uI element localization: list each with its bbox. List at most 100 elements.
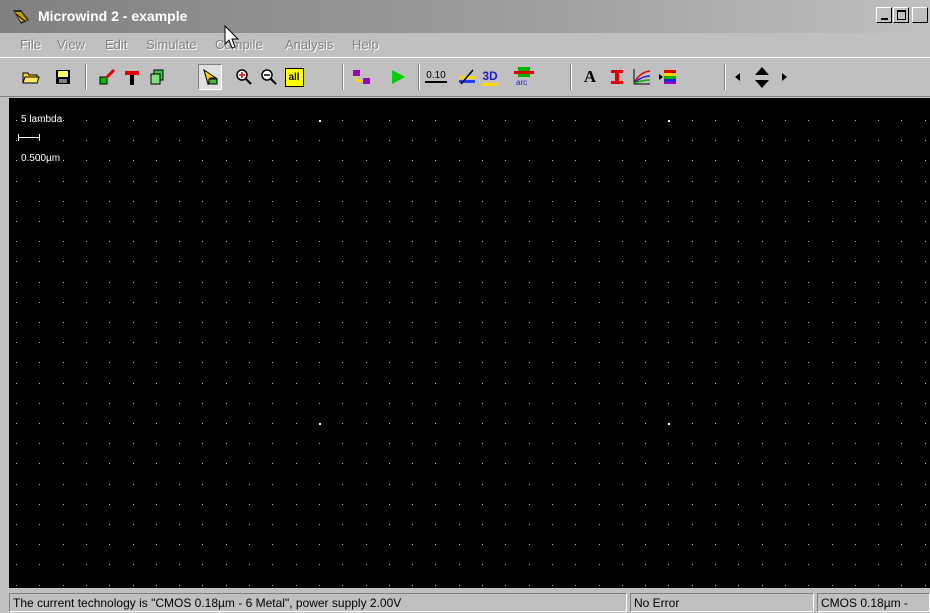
grid-dot	[878, 120, 879, 121]
palette-button[interactable]	[656, 64, 680, 90]
open-file-button[interactable]	[19, 64, 43, 90]
grid-dot	[529, 120, 530, 121]
grid-dot	[272, 342, 273, 343]
grid-dot	[878, 302, 879, 303]
grid-dot	[901, 484, 902, 485]
grid-dot	[319, 201, 320, 202]
menu-view[interactable]: View	[57, 37, 85, 52]
grid-dot	[179, 241, 180, 242]
connect-button[interactable]	[350, 64, 374, 90]
zoom-in-button[interactable]	[232, 64, 256, 90]
grid-dot	[738, 362, 739, 363]
save-icon	[56, 70, 70, 84]
grid-dot	[762, 544, 763, 545]
grid-dot	[762, 564, 763, 565]
grid-dot	[832, 120, 833, 121]
grid-dot	[133, 383, 134, 384]
grid-dot	[16, 201, 17, 202]
grid-dot	[202, 322, 203, 323]
menu-simulate[interactable]: Simulate	[146, 37, 197, 52]
cross-section-button[interactable]	[455, 64, 479, 90]
view-all-button[interactable]: all	[282, 64, 306, 90]
grid-dot	[738, 160, 739, 161]
grid-dot	[785, 221, 786, 222]
grid-dot	[63, 302, 64, 303]
grid-dot	[575, 302, 576, 303]
menu-help[interactable]: Help	[352, 37, 379, 52]
grid-dot	[832, 261, 833, 262]
measure-distance-icon: 0.10	[425, 70, 447, 83]
grid-dot	[855, 463, 856, 464]
grid-dot	[599, 241, 600, 242]
grid-dot	[645, 564, 646, 565]
add-mos-button[interactable]	[120, 64, 144, 90]
menu-analysis[interactable]: Analysis	[285, 37, 333, 52]
grid-dot	[272, 160, 273, 161]
grid-dot	[529, 362, 530, 363]
grid-dot	[202, 544, 203, 545]
grid-dot	[855, 160, 856, 161]
draw-box-button[interactable]	[95, 64, 119, 90]
3d-view-button[interactable]: 3D	[478, 64, 502, 90]
add-text-button[interactable]: A	[578, 64, 602, 90]
grid-dot	[366, 544, 367, 545]
close-button[interactable]	[912, 7, 928, 23]
layout-arc-button[interactable]: arc	[512, 64, 536, 90]
move-down-button[interactable]	[750, 77, 774, 90]
grid-dot	[226, 241, 227, 242]
move-left-button[interactable]	[732, 64, 744, 90]
grid-dot	[202, 241, 203, 242]
grid-dot	[668, 544, 669, 545]
grid-dot	[622, 261, 623, 262]
grid-dot	[901, 504, 902, 505]
grid-dot	[668, 221, 669, 222]
copy-button[interactable]	[145, 64, 169, 90]
grid-dot	[389, 484, 390, 485]
move-up-button[interactable]	[750, 64, 774, 77]
select-button[interactable]	[198, 64, 222, 90]
grid-dot	[226, 282, 227, 283]
grid-dot	[179, 362, 180, 363]
grid-dot	[16, 282, 17, 283]
layout-canvas[interactable]: 5 lambda 0.500µm	[9, 98, 930, 588]
design-rule-button[interactable]	[605, 64, 629, 90]
grid-dot	[86, 585, 87, 586]
grid-dot	[435, 463, 436, 464]
grid-dot	[832, 463, 833, 464]
grid-dot	[459, 282, 460, 283]
measure-distance-button[interactable]: 0.10	[424, 64, 448, 90]
move-right-button[interactable]	[778, 64, 790, 90]
characteristics-button[interactable]	[630, 64, 654, 90]
grid-dot	[366, 504, 367, 505]
grid-dot	[832, 524, 833, 525]
run-simulation-button[interactable]	[386, 64, 410, 90]
grid-dot	[645, 241, 646, 242]
grid-dot	[39, 181, 40, 182]
grid-dot	[855, 261, 856, 262]
zoom-out-button[interactable]	[257, 64, 281, 90]
grid-dot	[39, 362, 40, 363]
minimize-button[interactable]	[876, 7, 892, 23]
grid-dot	[552, 564, 553, 565]
maximize-button[interactable]	[893, 7, 909, 23]
grid-dot	[459, 140, 460, 141]
grid-dot	[622, 564, 623, 565]
grid-dot	[901, 181, 902, 182]
grid-dot	[226, 362, 227, 363]
grid-dot	[342, 120, 343, 121]
grid-dot	[156, 564, 157, 565]
grid-dot	[16, 564, 17, 565]
grid-dot	[226, 120, 227, 121]
save-button[interactable]	[51, 64, 75, 90]
grid-dot	[692, 403, 693, 404]
title-bar[interactable]: Microwind 2 - example	[0, 0, 930, 33]
grid-dot	[133, 484, 134, 485]
grid-dot	[645, 585, 646, 586]
menu-edit[interactable]: Edit	[105, 37, 127, 52]
grid-dot	[16, 342, 17, 343]
grid-dot	[249, 302, 250, 303]
grid-dot	[925, 221, 926, 222]
grid-dot	[109, 524, 110, 525]
grid-dot	[179, 282, 180, 283]
menu-file[interactable]: File	[20, 37, 41, 52]
